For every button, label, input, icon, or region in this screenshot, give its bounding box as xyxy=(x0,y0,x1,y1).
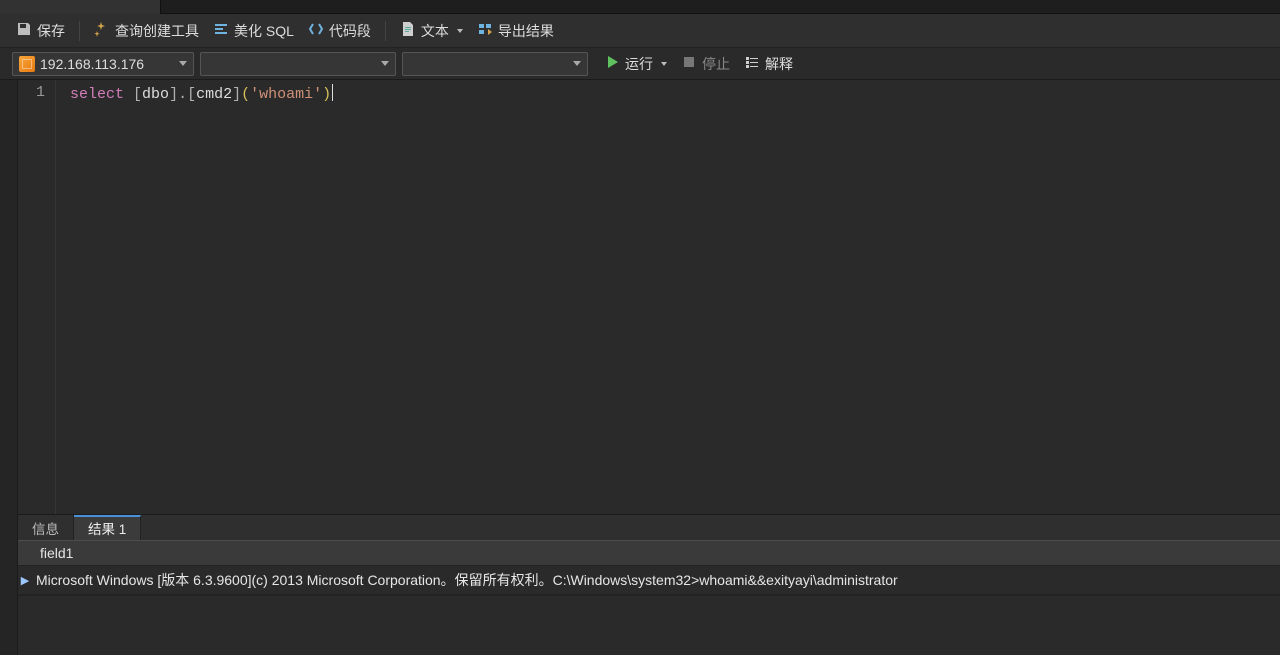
bracket: ] xyxy=(232,86,241,103)
query-builder-label: 查询创建工具 xyxy=(115,21,199,41)
paren: ) xyxy=(322,86,331,103)
tab-info[interactable]: 信息 xyxy=(18,515,74,540)
run-label: 运行 xyxy=(625,54,653,74)
text-view-button[interactable]: 文本 xyxy=(396,18,467,44)
chevron-down-icon xyxy=(381,61,389,66)
column-header[interactable]: field1 xyxy=(18,540,1280,566)
server-label: 192.168.113.176 xyxy=(40,56,144,72)
result-tab-bar: 信息 结果 1 xyxy=(18,514,1280,540)
beautify-sql-button[interactable]: 美化 SQL xyxy=(209,18,298,44)
file-tab-strip xyxy=(0,0,1280,14)
text-icon xyxy=(400,21,416,40)
text-cursor xyxy=(332,84,333,101)
code-snippet-icon xyxy=(308,21,324,40)
tab-result-1[interactable]: 结果 1 xyxy=(74,515,141,540)
schema-dropdown[interactable] xyxy=(402,52,588,76)
center-pane: 1 select [dbo].[cmd2]('whoami') 信息 结果 1 … xyxy=(18,80,1280,655)
bracket: [ xyxy=(133,86,142,103)
code-snippet-label: 代码段 xyxy=(329,21,371,41)
save-icon xyxy=(16,21,32,40)
string-literal: 'whoami' xyxy=(250,86,322,103)
bracket: ] xyxy=(169,86,178,103)
line-number: 1 xyxy=(18,84,45,101)
chevron-down-icon xyxy=(179,61,187,66)
main-toolbar: 保存 查询创建工具 美化 SQL 代码段 文本 导出结果 xyxy=(0,14,1280,48)
dot: . xyxy=(178,86,187,103)
bracket: [ xyxy=(187,86,196,103)
database-dropdown[interactable] xyxy=(200,52,396,76)
stop-label: 停止 xyxy=(702,54,730,74)
save-button[interactable]: 保存 xyxy=(12,18,69,44)
chevron-down-icon xyxy=(457,29,463,33)
connection-run-bar: 192.168.113.176 运行 停止 解释 xyxy=(0,48,1280,80)
ident-cmd: cmd2 xyxy=(196,86,232,103)
sql-editor[interactable]: 1 select [dbo].[cmd2]('whoami') xyxy=(18,80,1280,514)
explain-label: 解释 xyxy=(765,54,793,74)
table-row[interactable]: ▶ Microsoft Windows [版本 6.3.9600](c) 201… xyxy=(18,566,1280,595)
paren: ( xyxy=(241,86,250,103)
current-row-marker: ▶ xyxy=(18,574,32,587)
server-icon xyxy=(19,56,35,72)
server-dropdown[interactable]: 192.168.113.176 xyxy=(12,52,194,76)
separator xyxy=(385,21,386,41)
run-button[interactable]: 运行 xyxy=(600,51,671,77)
chevron-down-icon xyxy=(661,62,667,66)
save-label: 保存 xyxy=(37,21,65,41)
code-area[interactable]: select [dbo].[cmd2]('whoami') xyxy=(56,80,1280,514)
chevron-down-icon xyxy=(573,61,581,66)
active-file-tab[interactable] xyxy=(0,0,161,14)
explain-button[interactable]: 解释 xyxy=(740,51,797,77)
line-gutter: 1 xyxy=(18,80,56,514)
workbench: 1 select [dbo].[cmd2]('whoami') 信息 结果 1 … xyxy=(0,80,1280,655)
keyword-select: select xyxy=(70,86,124,103)
cell-field1: Microsoft Windows [版本 6.3.9600](c) 2013 … xyxy=(32,566,1280,594)
explain-icon xyxy=(744,54,760,73)
stop-icon xyxy=(681,54,697,73)
stop-button[interactable]: 停止 xyxy=(677,51,734,77)
separator xyxy=(79,21,80,41)
beautify-sql-icon xyxy=(213,21,229,40)
play-icon xyxy=(604,54,620,73)
left-sidebar-stub xyxy=(0,80,18,655)
export-icon xyxy=(477,21,493,40)
ident-dbo: dbo xyxy=(142,86,169,103)
export-results-label: 导出结果 xyxy=(498,21,554,41)
beautify-sql-label: 美化 SQL xyxy=(234,21,294,41)
text-view-label: 文本 xyxy=(421,21,449,41)
result-empty-area xyxy=(18,595,1280,655)
result-grid[interactable]: field1 ▶ Microsoft Windows [版本 6.3.9600]… xyxy=(18,540,1280,595)
tab-result-1-label: 结果 1 xyxy=(88,518,126,538)
column-header-label: field1 xyxy=(40,545,73,561)
tab-info-label: 信息 xyxy=(32,518,59,538)
code-snippet-button[interactable]: 代码段 xyxy=(304,18,375,44)
query-builder-icon xyxy=(94,21,110,40)
export-results-button[interactable]: 导出结果 xyxy=(473,18,558,44)
query-builder-button[interactable]: 查询创建工具 xyxy=(90,18,203,44)
